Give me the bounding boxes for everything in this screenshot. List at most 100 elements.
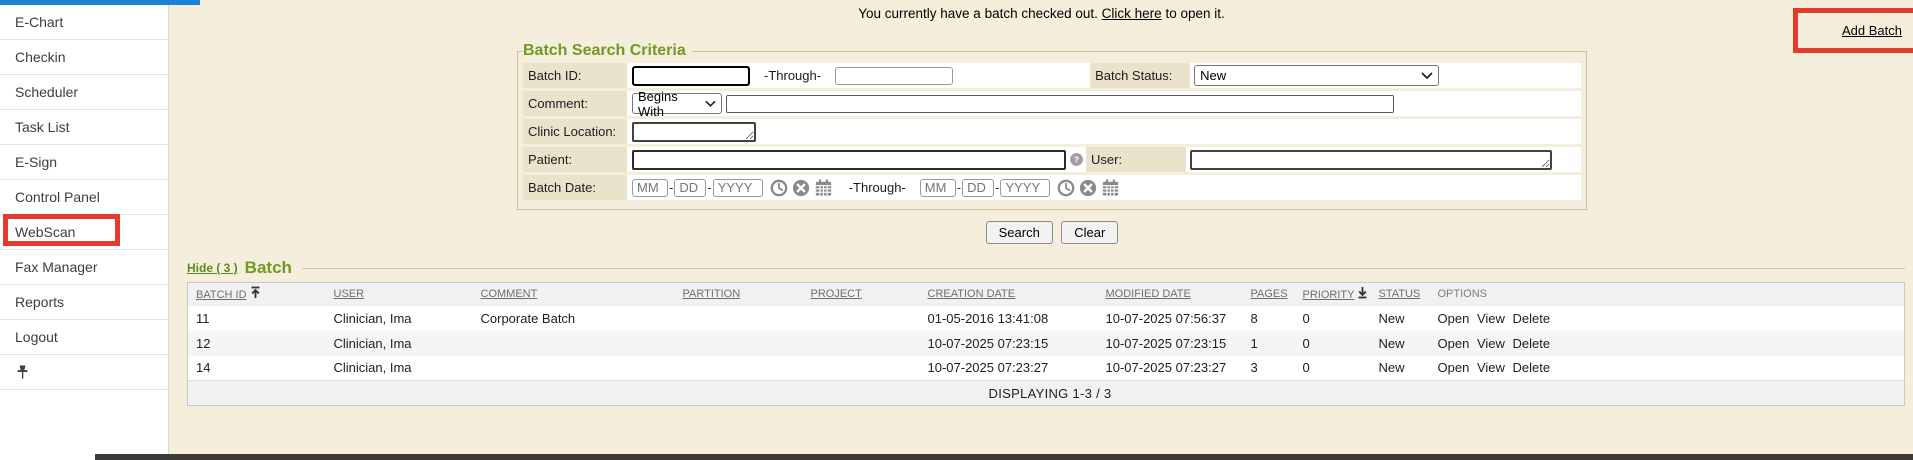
taskbar-edge [95, 454, 1913, 460]
batch-results-legend: Hide ( 3 ) Batch [187, 258, 1905, 278]
batch-results-title: Batch [245, 258, 292, 278]
cell-user: Clinician, Ima [326, 306, 473, 331]
user-input[interactable] [1190, 150, 1552, 170]
col-priority[interactable]: PRIORITY [1303, 289, 1355, 301]
sidebar-list: E-Chart Checkin Scheduler Task List E-Si… [0, 5, 168, 390]
batch-date-from-mm-input[interactable] [632, 179, 668, 197]
sidebar-item-label: Fax Manager [15, 259, 97, 275]
col-modified-date[interactable]: MODIFIED DATE [1106, 288, 1191, 300]
col-comment[interactable]: COMMENT [481, 288, 538, 300]
click-here-link[interactable]: Click here [1102, 6, 1162, 21]
clinic-location-input[interactable] [632, 122, 756, 142]
cell-status: New [1371, 356, 1430, 381]
col-batch-id[interactable]: BATCH ID [196, 289, 247, 301]
delete-batch-link[interactable]: Delete [1513, 360, 1551, 375]
sidebar-item-label: Checkin [15, 49, 66, 65]
col-status[interactable]: STATUS [1379, 288, 1421, 300]
message-suffix: to open it. [1165, 6, 1224, 21]
clear-date-icon[interactable] [1079, 179, 1097, 197]
delete-batch-link[interactable]: Delete [1513, 336, 1551, 351]
sidebar-item-checkin[interactable]: Checkin [0, 40, 168, 75]
sort-descending-icon [1357, 290, 1368, 302]
sidebar-pin-toggle[interactable] [0, 355, 168, 390]
cell-project [803, 356, 920, 381]
comment-operator-select[interactable]: Begins With [632, 93, 722, 114]
displaying-count-label: DISPLAYING 1-3 / 3 [188, 381, 1905, 406]
batch-date-to-yyyy-input[interactable] [1000, 179, 1050, 197]
col-options: OPTIONS [1438, 288, 1488, 300]
cell-pages: 1 [1243, 331, 1295, 356]
delete-batch-link[interactable]: Delete [1513, 311, 1551, 326]
batch-table: BATCH ID USER COMMENT PARTITION PROJECT … [187, 282, 1905, 406]
cell-priority: 0 [1295, 356, 1371, 381]
clear-button[interactable]: Clear [1061, 221, 1118, 244]
svg-text:?: ? [1074, 155, 1079, 165]
sidebar-item-control-panel[interactable]: Control Panel [0, 180, 168, 215]
col-partition[interactable]: PARTITION [683, 288, 741, 300]
sidebar-item-label: Control Panel [15, 189, 100, 205]
sidebar-item-label: Scheduler [15, 84, 78, 100]
sidebar-item-reports[interactable]: Reports [0, 285, 168, 320]
cell-project [803, 306, 920, 331]
sidebar-item-scheduler[interactable]: Scheduler [0, 75, 168, 110]
cell-partition [675, 356, 803, 381]
patient-label: Patient: [523, 147, 627, 172]
batch-id-to-input[interactable] [835, 67, 953, 85]
clinic-location-row: Clinic Location: [523, 119, 1581, 144]
table-row: 11 Clinician, Ima Corporate Batch 01-05-… [188, 306, 1905, 331]
view-batch-link[interactable]: View [1477, 311, 1505, 326]
open-batch-link[interactable]: Open [1438, 311, 1470, 326]
calendar-icon[interactable] [1101, 179, 1120, 197]
comment-label: Comment: [523, 91, 627, 116]
batch-results-section: Hide ( 3 ) Batch BATCH ID USER COMMENT P… [187, 258, 1905, 406]
sort-ascending-icon [250, 290, 261, 302]
cell-priority: 0 [1295, 306, 1371, 331]
sidebar-item-label: E-Chart [15, 14, 63, 30]
open-batch-link[interactable]: Open [1438, 336, 1470, 351]
batch-date-from-yyyy-input[interactable] [713, 179, 763, 197]
calendar-icon[interactable] [814, 179, 833, 197]
batch-date-label: Batch Date: [523, 175, 627, 200]
batch-status-select[interactable]: New [1194, 65, 1439, 86]
add-batch-link[interactable]: Add Batch [1842, 23, 1902, 38]
clear-date-icon[interactable] [792, 179, 810, 197]
help-icon[interactable]: ? [1069, 152, 1084, 167]
open-batch-link[interactable]: Open [1438, 360, 1470, 375]
col-project[interactable]: PROJECT [811, 288, 862, 300]
time-picker-icon[interactable] [770, 179, 788, 197]
sidebar-item-logout[interactable]: Logout [0, 320, 168, 355]
col-user[interactable]: USER [334, 288, 365, 300]
checked-out-message: You currently have a batch checked out. … [170, 6, 1913, 21]
chevron-down-icon [699, 100, 716, 108]
cell-partition [675, 331, 803, 356]
sidebar-item-task-list[interactable]: Task List [0, 110, 168, 145]
sidebar-item-e-chart[interactable]: E-Chart [0, 5, 168, 40]
patient-row: Patient: ? User: [523, 147, 1581, 172]
comment-input[interactable] [726, 95, 1394, 113]
comment-row: Comment: Begins With [523, 91, 1581, 116]
batch-date-from-dd-input[interactable] [674, 179, 706, 197]
sidebar-item-fax-manager[interactable]: Fax Manager [0, 250, 168, 285]
batch-id-from-input[interactable] [632, 66, 750, 86]
batch-id-label: Batch ID: [523, 63, 627, 88]
batch-date-to-mm-input[interactable] [920, 179, 956, 197]
col-creation-date[interactable]: CREATION DATE [928, 288, 1016, 300]
search-button[interactable]: Search [986, 221, 1053, 244]
time-picker-icon[interactable] [1057, 179, 1075, 197]
hide-results-link[interactable]: Hide ( 3 ) [187, 261, 238, 275]
patient-input[interactable] [632, 150, 1066, 170]
cell-creation-date: 01-05-2016 13:41:08 [920, 306, 1098, 331]
batch-status-label: Batch Status: [1090, 63, 1190, 88]
sidebar-item-label: Logout [15, 329, 58, 345]
cell-pages: 3 [1243, 356, 1295, 381]
batch-date-to-dd-input[interactable] [962, 179, 994, 197]
view-batch-link[interactable]: View [1477, 360, 1505, 375]
message-prefix: You currently have a batch checked out. [858, 6, 1098, 21]
cell-options: Open View Delete [1430, 356, 1905, 381]
add-batch-highlight-box: Add Batch [1793, 8, 1913, 53]
user-label: User: [1086, 147, 1186, 172]
view-batch-link[interactable]: View [1477, 336, 1505, 351]
col-pages[interactable]: PAGES [1251, 288, 1288, 300]
sidebar-item-e-sign[interactable]: E-Sign [0, 145, 168, 180]
through-label: -Through- [764, 68, 821, 83]
